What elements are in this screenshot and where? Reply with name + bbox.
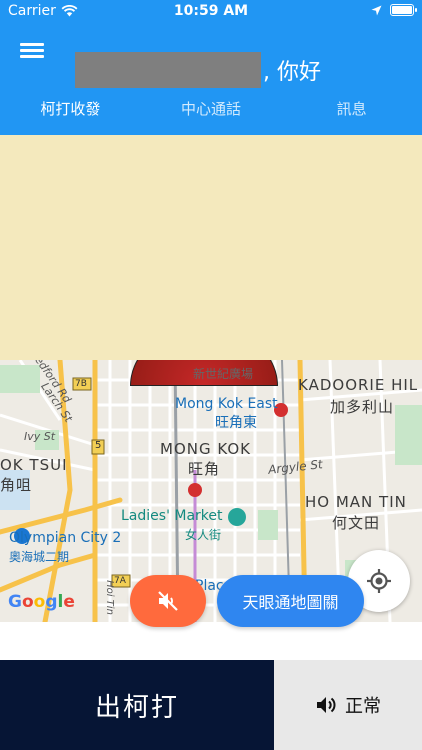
app-header: Carrier 10:59 AM , 你好 柯打收發 中心通話 訊息 [0, 0, 422, 135]
mute-button[interactable] [130, 575, 206, 627]
send-order-button[interactable]: 出柯打 [0, 660, 274, 750]
location-arrow-icon [371, 5, 382, 15]
map-label: 旺角 [188, 460, 221, 478]
google-logo: Google [8, 592, 75, 612]
status-time: 10:59 AM [173, 3, 249, 19]
map-label: 奧海城二期 [9, 550, 70, 564]
tab-messages[interactable]: 訊息 [281, 92, 422, 135]
hamburger-menu-icon[interactable] [18, 40, 46, 64]
app-screen: Carrier 10:59 AM , 你好 柯打收發 中心通話 訊息 新世紀廣場… [0, 0, 422, 750]
volume-off-icon [158, 591, 178, 611]
map-label: Mong Kok East [175, 396, 278, 412]
greeting-suffix: , 你好 [263, 60, 321, 85]
tab-order-dispatch[interactable]: 柯打收發 [0, 92, 141, 135]
map-label: OK TSUI [0, 456, 68, 474]
map-label: HO MAN TIN [305, 493, 407, 511]
map-label: Ivy St [24, 430, 56, 443]
route-shield-7a: 7A [114, 576, 126, 586]
status-bar: Carrier 10:59 AM [0, 0, 422, 24]
map-label: 加多利山 [330, 398, 395, 416]
map-label: Ladies' Market [121, 508, 223, 524]
map-label: KADOORIE HIL [298, 376, 419, 394]
sound-mode-label: 正常 [345, 696, 381, 717]
volume-up-icon [317, 697, 336, 713]
order-panel [0, 135, 422, 360]
battery-full-icon [390, 4, 417, 16]
map-label: MONG KOK [160, 440, 252, 458]
route-shield-5: 5 [95, 440, 102, 451]
status-icons [371, 4, 417, 16]
map-label: Hoi Tin [103, 580, 115, 615]
route-shield-7b: 7B [75, 379, 87, 389]
sound-mode-button[interactable]: 正常 [274, 660, 422, 750]
map-label: 旺角東 [215, 415, 257, 431]
map-label: 角咀 [0, 476, 33, 494]
sky-eye-map-toggle-button[interactable]: 天眼通地圖關 [217, 575, 364, 627]
map-label: 何文田 [332, 514, 381, 532]
tab-bar: 柯打收發 中心通話 訊息 [0, 92, 422, 135]
map-label: 新世紀廣場 [193, 367, 254, 381]
map-label: 女人街 [185, 528, 222, 542]
redacted-user-name [75, 52, 261, 88]
my-location-icon [367, 569, 391, 593]
greeting: , 你好 [75, 52, 321, 88]
map-label: Olympian City 2 [9, 530, 122, 546]
tab-center-call[interactable]: 中心通話 [141, 92, 282, 135]
